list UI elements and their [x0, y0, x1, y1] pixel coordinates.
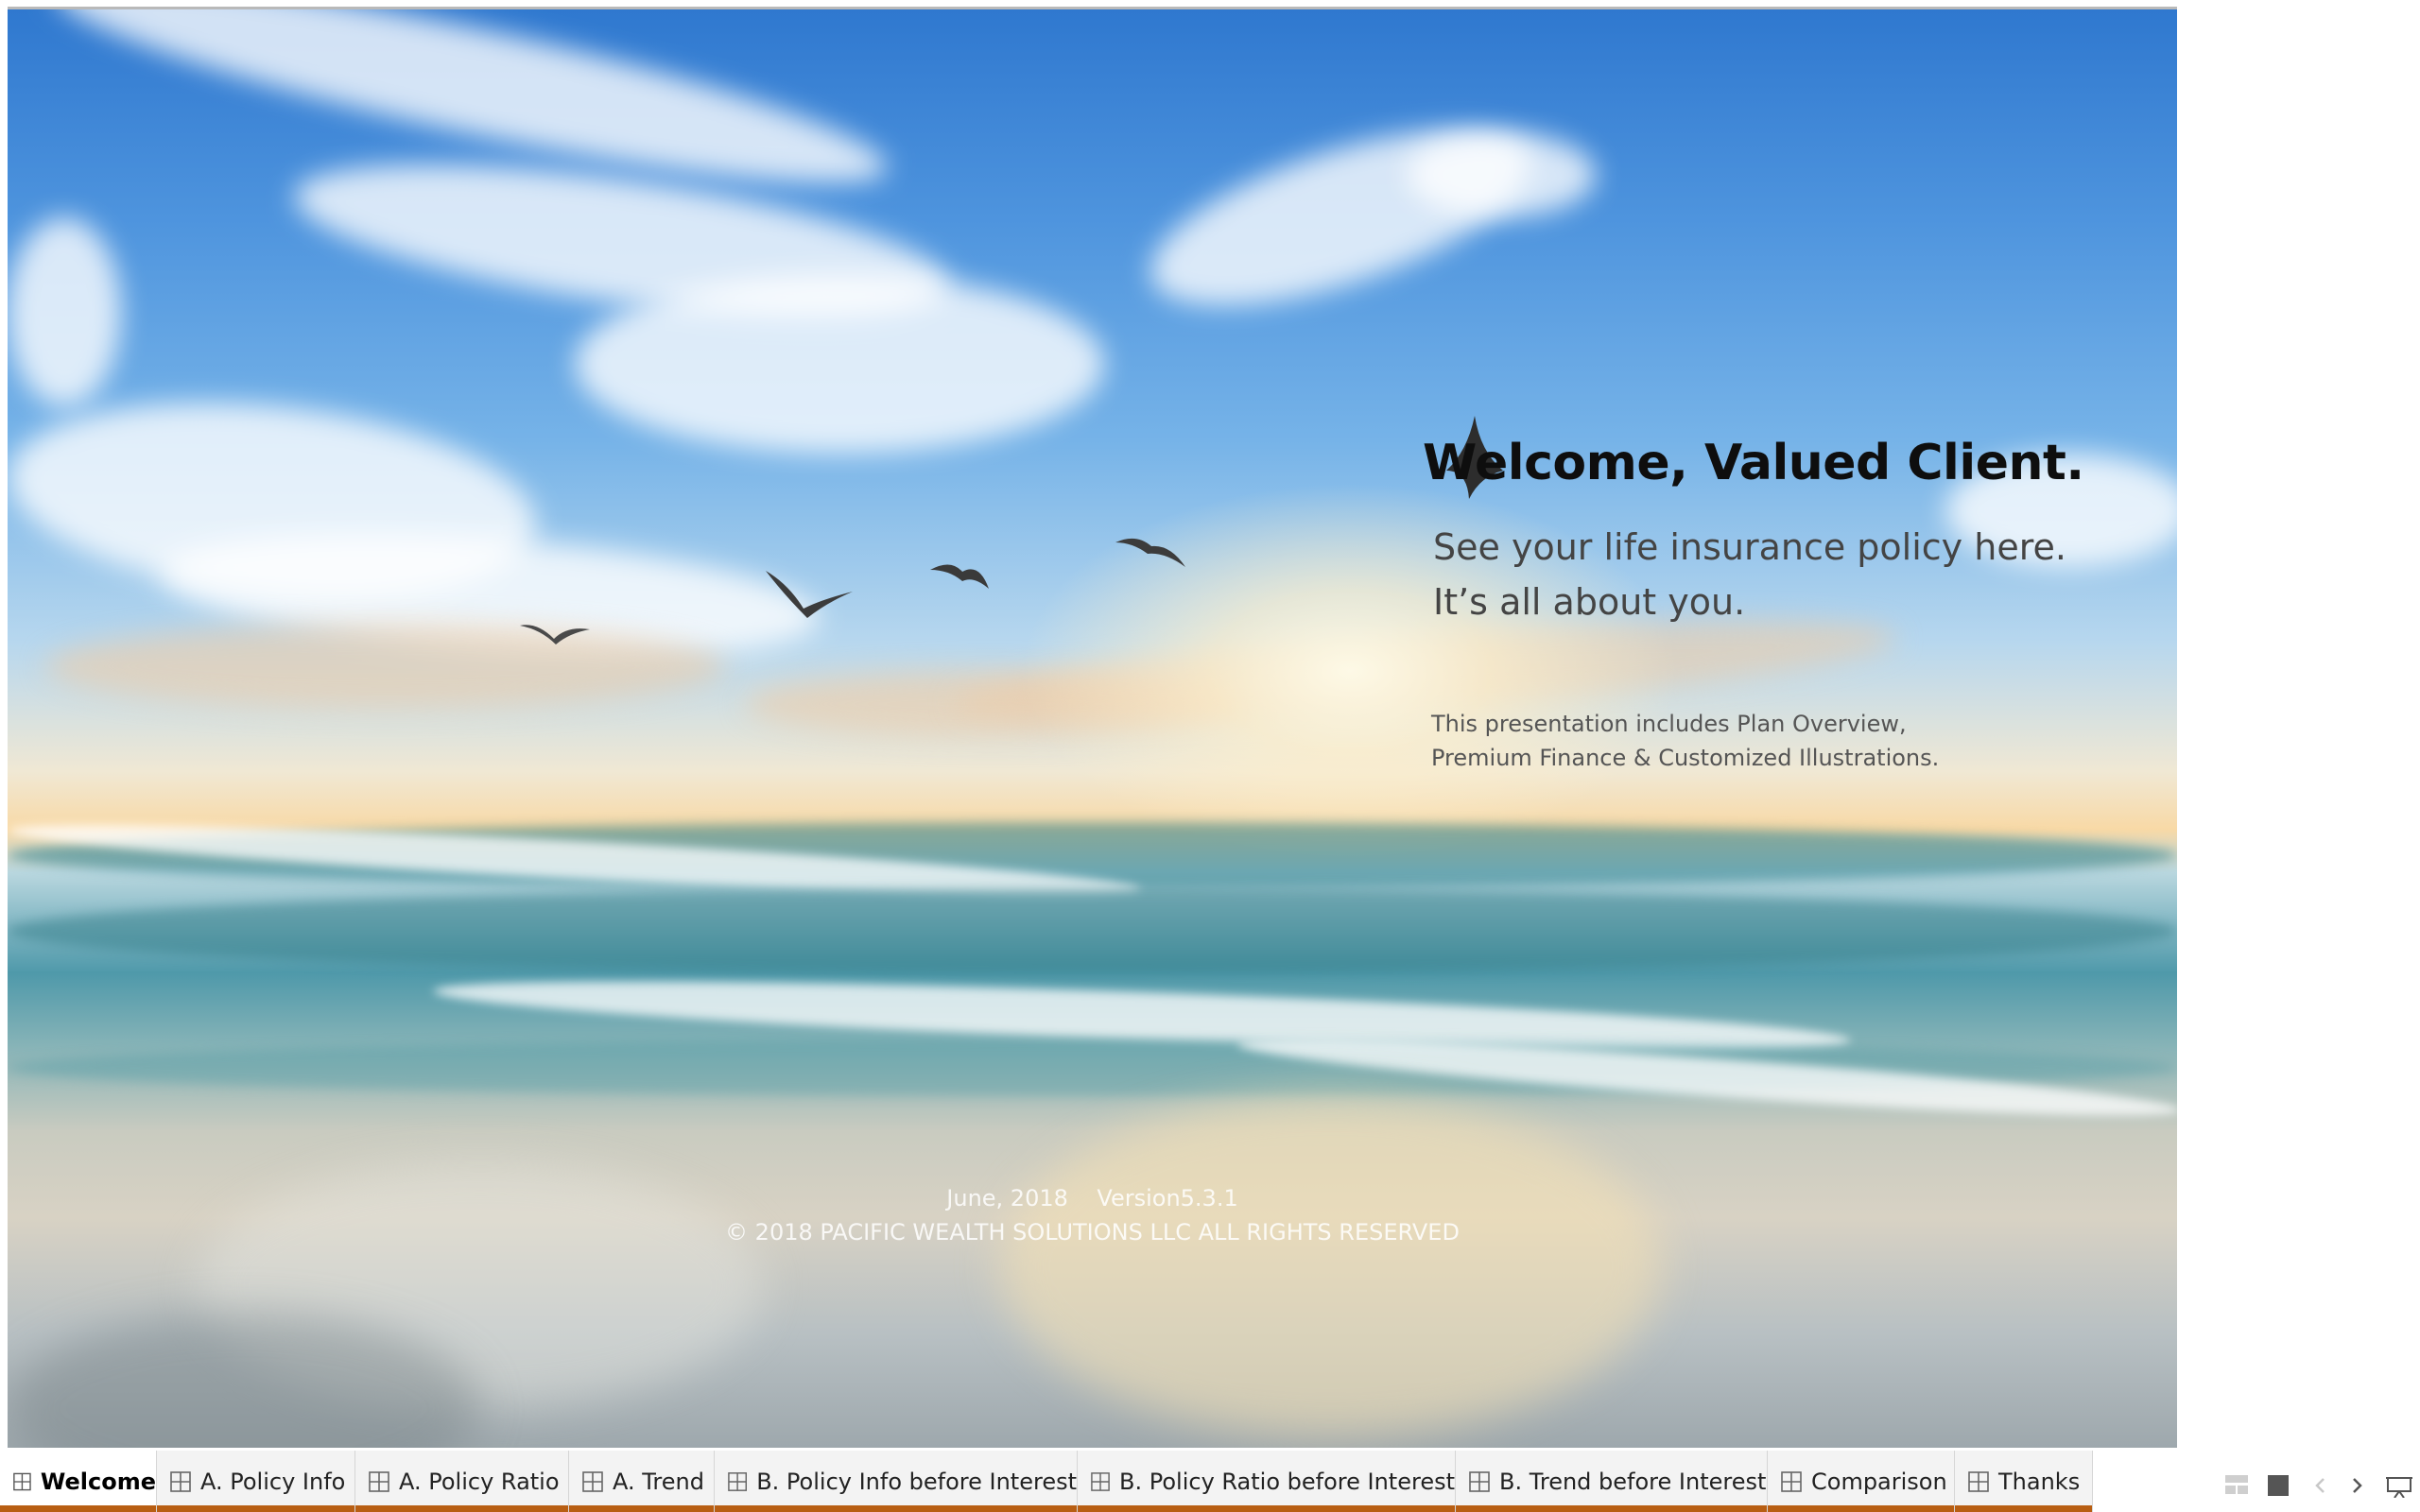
tab-welcome[interactable]: Welcome — [0, 1451, 157, 1512]
description-line: Premium Finance & Customized Illustratio… — [1431, 745, 1940, 771]
previous-sheet-icon[interactable] — [2314, 1477, 2325, 1494]
tab-a-policy-ratio[interactable]: A. Policy Ratio — [355, 1451, 569, 1512]
tab-underline — [1768, 1505, 1954, 1512]
subtitle-line: It’s all about you. — [1433, 581, 1746, 623]
sheet-tab-bar: Welcome A. Policy Info A. Policy Ratio A… — [0, 1451, 2420, 1512]
sheet-grid-icon — [1781, 1470, 1802, 1492]
sheet-grid-icon — [1469, 1470, 1490, 1492]
tab-b-policy-info-before-interest[interactable]: B. Policy Info before Interest — [715, 1451, 1078, 1512]
single-sheet-icon[interactable] — [2268, 1475, 2289, 1496]
tab-b-trend-before-interest[interactable]: B. Trend before Interest — [1456, 1451, 1768, 1512]
next-sheet-icon[interactable] — [2352, 1477, 2363, 1494]
tab-label: Thanks — [1998, 1468, 2081, 1495]
cloud — [1407, 132, 1596, 217]
sheet-grid-icon — [13, 1472, 31, 1490]
tab-b-policy-ratio-before-interest[interactable]: B. Policy Ratio before Interest — [1078, 1451, 1456, 1512]
tab-label: A. Trend — [613, 1468, 704, 1495]
cloud — [575, 274, 1104, 454]
sheet-grid-icon — [369, 1470, 389, 1492]
welcome-dashboard: Welcome, Valued Client. See your life in… — [8, 9, 2177, 1448]
description-line: This presentation includes Plan Overview… — [1431, 711, 1907, 737]
tab-underline — [0, 1505, 156, 1512]
tab-comparison[interactable]: Comparison — [1768, 1451, 1955, 1512]
sheet-grid-icon — [170, 1470, 191, 1492]
version-info: June, 2018 Version5.3.1 — [946, 1185, 1238, 1211]
tab-underline — [157, 1505, 354, 1512]
tab-underline — [1078, 1505, 1455, 1512]
sheet-grid-icon — [1968, 1470, 1989, 1492]
seagull-icon — [520, 625, 590, 644]
sheet-grid-icon — [728, 1471, 748, 1491]
presentation-mode-icon[interactable] — [2386, 1475, 2412, 1498]
cloud — [45, 624, 726, 709]
tab-underline — [1456, 1505, 1767, 1512]
top-border — [0, 0, 2178, 9]
cloud — [8, 217, 121, 406]
tab-label: B. Policy Ratio before Interest — [1119, 1468, 1455, 1495]
tab-label: A. Policy Ratio — [399, 1468, 560, 1495]
tab-label: Welcome — [40, 1468, 156, 1495]
welcome-subtitle: See your life insurance policy here. It’… — [1433, 520, 2066, 629]
sand-reflection — [1000, 1096, 1662, 1436]
sheet-grid-icon — [1091, 1471, 1110, 1491]
subtitle-line: See your life insurance policy here. — [1433, 526, 2066, 568]
tab-label: B. Trend before Interest — [1499, 1468, 1767, 1495]
tab-a-policy-info[interactable]: A. Policy Info — [157, 1451, 355, 1512]
seagull-icon — [930, 564, 989, 589]
wave — [8, 888, 2177, 973]
tab-thanks[interactable]: Thanks — [1955, 1451, 2093, 1512]
tab-label: A. Policy Info — [200, 1468, 346, 1495]
tab-underline — [1955, 1505, 2092, 1512]
presentation-description: This presentation includes Plan Overview… — [1431, 707, 1939, 775]
tab-label: B. Policy Info before Interest — [756, 1468, 1077, 1495]
filmstrip-icon[interactable] — [2225, 1475, 2248, 1494]
tab-label: Comparison — [1811, 1468, 1947, 1495]
tab-a-trend[interactable]: A. Trend — [569, 1451, 715, 1512]
sheet-grid-icon — [582, 1470, 603, 1492]
copyright-notice: © 2018 PACIFIC WEALTH SOLUTIONS LLC ALL … — [725, 1219, 1460, 1246]
tab-underline — [569, 1505, 714, 1512]
welcome-title: Welcome, Valued Client. — [1423, 435, 2084, 491]
seagull-icon — [766, 571, 853, 618]
tab-underline — [355, 1505, 568, 1512]
seagull-icon — [1115, 538, 1185, 567]
tab-underline — [715, 1505, 1077, 1512]
